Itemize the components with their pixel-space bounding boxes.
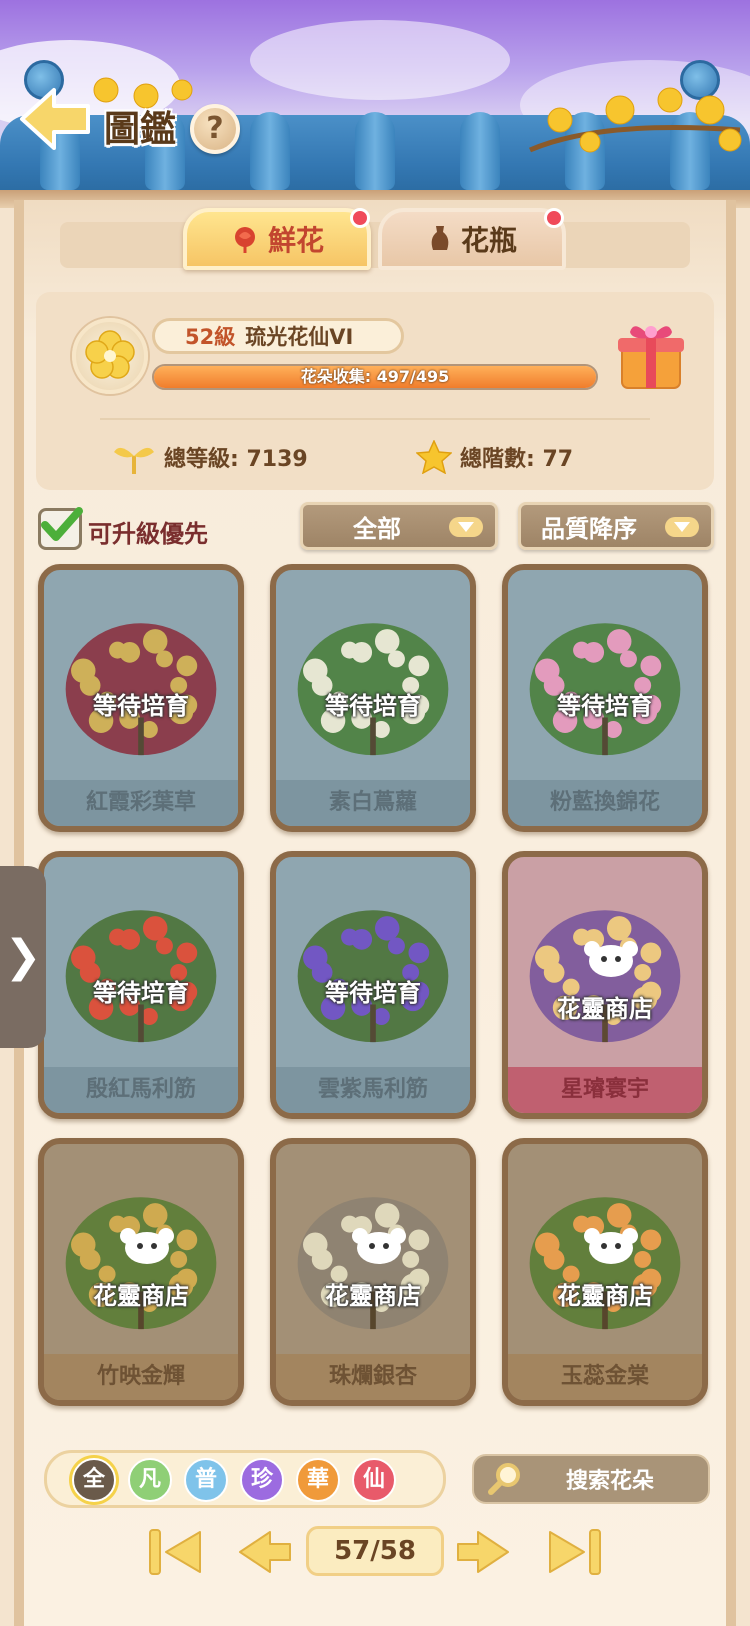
flower-card[interactable]: 等待培育 粉藍換錦花 — [502, 564, 708, 832]
search-input[interactable]: 搜索花朵 — [472, 1454, 710, 1504]
plum-blossom-branch-icon — [529, 87, 742, 153]
page-indicator: 57/58 — [306, 1526, 444, 1576]
rarity-filter-1[interactable]: 凡 — [128, 1458, 172, 1502]
flower-image — [529, 623, 681, 756]
flower-image — [65, 623, 217, 756]
flower-card[interactable]: 花靈商店 竹映金輝 — [38, 1138, 244, 1406]
level-pill: 52級 琉光花仙VI — [152, 318, 404, 354]
card-status: 花靈商店 — [325, 1282, 421, 1310]
prev-page-button[interactable] — [236, 1526, 294, 1578]
tab-fresh-flowers[interactable]: 鮮花 — [183, 208, 371, 270]
level-value: 52級 — [185, 325, 236, 349]
search-icon — [488, 1463, 520, 1495]
card-name: 殷紅馬利筋 — [44, 1067, 238, 1113]
card-status: 等待培育 — [325, 979, 421, 1007]
card-name: 雲紫馬利筋 — [276, 1067, 470, 1113]
notification-dot — [544, 208, 564, 228]
flower-spirit-shop-icon — [584, 941, 638, 977]
rarity-filter-2[interactable]: 普 — [184, 1458, 228, 1502]
rarity-filter-3[interactable]: 珍 — [240, 1458, 284, 1502]
category-value: 全部 — [353, 514, 401, 543]
card-status: 等待培育 — [325, 692, 421, 720]
side-drawer-handle[interactable]: ❯ — [0, 866, 46, 1048]
card-name: 星璿寰宇 — [508, 1067, 702, 1113]
total-stage: 總階數: 77 — [416, 440, 573, 474]
flower-card[interactable]: 等待培育 雲紫馬利筋 — [270, 851, 476, 1119]
first-page-button[interactable] — [146, 1526, 204, 1578]
card-status: 等待培育 — [557, 692, 653, 720]
flower-image — [297, 910, 449, 1043]
rarity-filter-0[interactable]: 全 — [72, 1458, 116, 1502]
sprout-icon — [114, 447, 154, 474]
upgrade-first-checkbox[interactable] — [38, 507, 83, 550]
tab-bar — [60, 222, 690, 268]
chevron-down-icon — [449, 517, 483, 537]
next-page-button[interactable] — [454, 1526, 512, 1578]
collection-progress-bar: 花朵收集: 497/495 — [152, 364, 598, 390]
star-icon — [416, 440, 452, 474]
tab-label: 鮮花 — [267, 224, 324, 257]
notification-dot — [350, 208, 370, 228]
tab-vases[interactable]: 花瓶 — [378, 208, 566, 270]
flower-spirit-shop-icon — [584, 1228, 638, 1264]
card-name: 紅霞彩葉草 — [44, 780, 238, 826]
last-page-button[interactable] — [546, 1526, 604, 1578]
rarity-filter-5[interactable]: 仙 — [352, 1458, 396, 1502]
card-status: 花靈商店 — [557, 995, 653, 1023]
chevron-down-icon — [665, 517, 699, 537]
flower-image — [65, 910, 217, 1043]
flower-card[interactable]: 花靈商店 珠爛銀杏 — [270, 1138, 476, 1406]
flower-card[interactable]: 花靈商店 玉蕊金棠 — [502, 1138, 708, 1406]
card-status: 等待培育 — [93, 692, 189, 720]
card-name: 竹映金輝 — [44, 1354, 238, 1400]
card-name: 粉藍換錦花 — [508, 780, 702, 826]
upgrade-first-label: 可升級優先 — [88, 520, 208, 548]
flower-spirit-shop-icon — [120, 1228, 174, 1264]
vase-icon — [431, 226, 449, 250]
page-title: 圖鑑 — [104, 109, 177, 150]
category-dropdown[interactable]: 全部 — [300, 502, 498, 550]
flower-card[interactable]: 等待培育 殷紅馬利筋 — [38, 851, 244, 1119]
search-placeholder: 搜索花朵 — [566, 1469, 655, 1494]
card-name: 玉蕊金棠 — [508, 1354, 702, 1400]
card-status: 花靈商店 — [557, 1282, 653, 1310]
card-status: 花靈商店 — [93, 1282, 189, 1310]
back-button[interactable] — [18, 86, 92, 152]
gift-icon[interactable] — [616, 316, 686, 392]
rank-badge — [72, 318, 148, 394]
collection-progress-text: 花朵收集: 497/495 — [300, 367, 450, 386]
flower-card[interactable]: 花靈商店 星璿寰宇 — [502, 851, 708, 1119]
card-status: 等待培育 — [93, 979, 189, 1007]
card-name: 素白蔦蘿 — [276, 780, 470, 826]
rose-icon — [234, 227, 255, 253]
flower-card[interactable]: 等待培育 紅霞彩葉草 — [38, 564, 244, 832]
flower-badge-icon — [85, 330, 135, 379]
rank-name: 琉光花仙VI — [245, 325, 354, 349]
flower-spirit-shop-icon — [352, 1228, 406, 1264]
rarity-filter-4[interactable]: 華 — [296, 1458, 340, 1502]
flower-card[interactable]: 等待培育 素白蔦蘿 — [270, 564, 476, 832]
card-name: 珠爛銀杏 — [276, 1354, 470, 1400]
flower-image — [297, 623, 449, 756]
checkmark-icon — [41, 507, 83, 541]
tab-label: 花瓶 — [460, 224, 517, 257]
sort-value: 品質降序 — [541, 514, 637, 543]
help-button[interactable]: ? — [190, 104, 240, 154]
total-level: 總等級: 7139 — [112, 440, 308, 474]
sort-dropdown[interactable]: 品質降序 — [518, 502, 714, 550]
